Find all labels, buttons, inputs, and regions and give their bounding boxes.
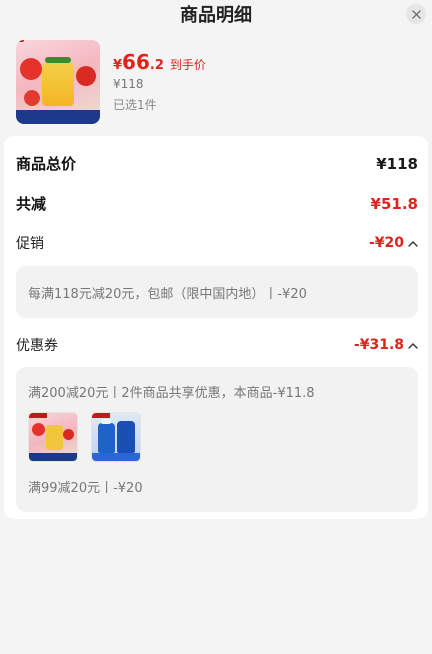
coupon-detail-2: 满99减20元丨-¥20 bbox=[28, 481, 143, 496]
discount-row: 共减 ¥51.8 bbox=[16, 193, 418, 214]
total-label: 商品总价 bbox=[16, 155, 77, 173]
jar-graphic bbox=[46, 425, 63, 450]
product-image-banner bbox=[16, 110, 100, 124]
price-integer: 66 bbox=[122, 50, 150, 74]
promotion-value-wrap: -¥20 bbox=[369, 235, 418, 251]
promotion-row[interactable]: 促销 -¥20 bbox=[16, 233, 418, 253]
product-info: ¥ 66 .2 到手价 ¥118 已选1件 bbox=[113, 40, 206, 126]
chevron-up-icon[interactable] bbox=[408, 240, 418, 247]
coupon-product-image[interactable] bbox=[28, 412, 78, 462]
total-value: ¥118 bbox=[376, 154, 418, 173]
product-image[interactable] bbox=[16, 40, 100, 124]
page-title: 商品明细 bbox=[180, 5, 252, 26]
coupon-detail-panel: 满200减20元丨2件商品共享优惠，本商品-¥11.8 满99减20元丨-¥20 bbox=[16, 367, 418, 512]
coupon-row[interactable]: 优惠券 -¥31.8 bbox=[16, 335, 418, 355]
coupon-detail-1: 满200减20元丨2件商品共享优惠，本商品-¥11.8 bbox=[28, 386, 315, 401]
promotion-detail: 每满118元减20元，包邮（限中国内地）丨-¥20 bbox=[28, 286, 307, 302]
detergent-bottle-graphic bbox=[117, 421, 136, 453]
coupon-value-wrap: -¥31.8 bbox=[354, 337, 418, 353]
promotion-value: -¥20 bbox=[368, 235, 404, 251]
selected-quantity: 已选1件 bbox=[113, 98, 157, 112]
chevron-up-icon[interactable] bbox=[408, 342, 418, 349]
close-button[interactable] bbox=[406, 4, 426, 24]
jar-graphic bbox=[42, 57, 74, 106]
store-tag bbox=[29, 413, 47, 418]
product-image-banner bbox=[92, 453, 141, 461]
currency-symbol: ¥ bbox=[113, 58, 123, 73]
tomato-graphic bbox=[32, 423, 45, 436]
tomato-graphic bbox=[76, 66, 96, 86]
tomato-graphic bbox=[20, 58, 42, 80]
price-detail-card: 商品总价 ¥118 共减 ¥51.8 促销 -¥20 每满118元减20元，包邮… bbox=[4, 136, 428, 519]
discount-value: ¥51.8 bbox=[370, 194, 418, 213]
promotion-label: 促销 bbox=[16, 236, 44, 252]
detergent-bottle-graphic bbox=[98, 423, 116, 453]
coupon-product-thumbs bbox=[28, 412, 406, 464]
store-tag bbox=[16, 40, 24, 42]
close-icon bbox=[411, 9, 421, 19]
coupon-value: -¥31.8 bbox=[353, 337, 404, 353]
price-label: 到手价 bbox=[169, 58, 206, 72]
coupon-product-image[interactable] bbox=[91, 412, 142, 462]
coupon-label: 优惠券 bbox=[16, 338, 58, 354]
tomato-graphic bbox=[63, 429, 74, 440]
price-decimal: .2 bbox=[149, 58, 164, 73]
tomato-graphic bbox=[24, 90, 40, 106]
bottle-cap-graphic bbox=[101, 419, 112, 424]
final-price: ¥ 66 .2 到手价 bbox=[113, 50, 206, 74]
product-image-banner bbox=[29, 453, 77, 461]
promotion-detail-panel: 每满118元减20元，包邮（限中国内地）丨-¥20 bbox=[16, 266, 418, 318]
store-tag bbox=[92, 413, 111, 418]
total-row: 商品总价 ¥118 bbox=[16, 153, 418, 174]
product-summary: ¥ 66 .2 到手价 ¥118 已选1件 bbox=[0, 30, 432, 126]
discount-label: 共减 bbox=[16, 195, 47, 213]
original-price: ¥118 bbox=[113, 77, 144, 91]
header: 商品明细 bbox=[0, 0, 432, 30]
